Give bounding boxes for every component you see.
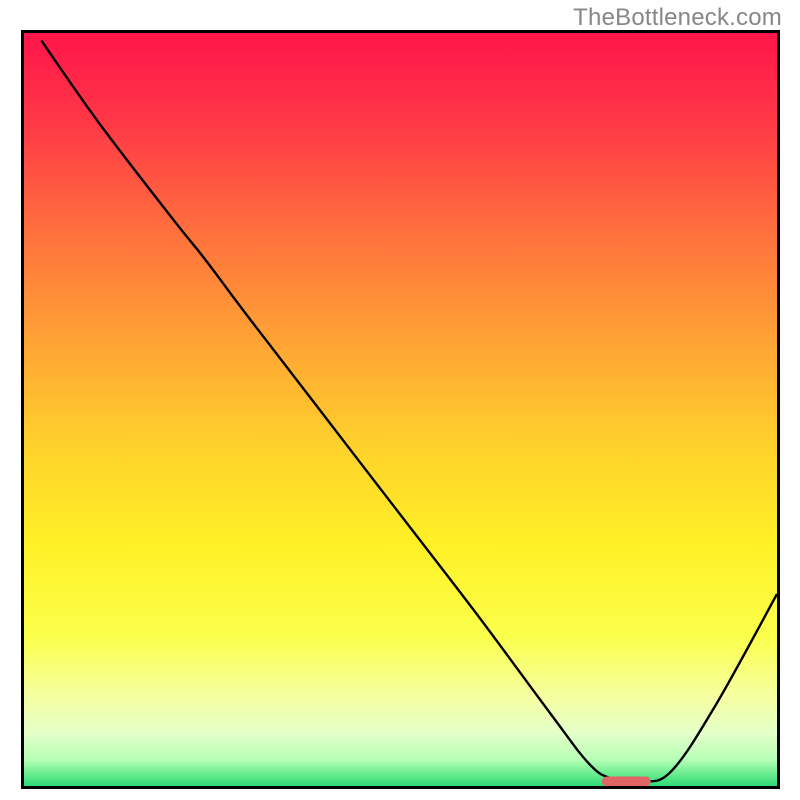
gradient-background — [24, 33, 777, 786]
optimal-marker — [602, 777, 651, 787]
watermark-text: TheBottleneck.com — [573, 4, 782, 32]
chart-svg — [24, 33, 777, 786]
chart-area — [21, 30, 780, 789]
